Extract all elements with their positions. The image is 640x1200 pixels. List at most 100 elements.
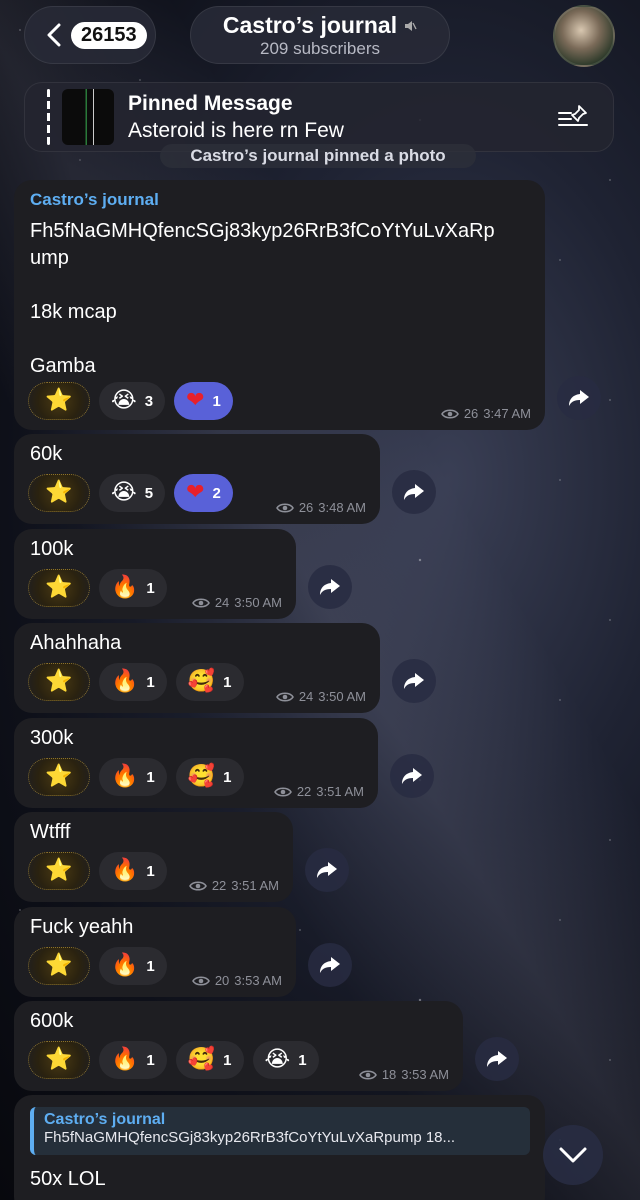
pinned-body: Asteroid is here rn Few: [128, 118, 344, 142]
message-text: 300k: [30, 727, 74, 749]
reaction-chip[interactable]: 🥰 1: [175, 1041, 244, 1079]
reaction-chip[interactable]: 🔥 1: [99, 852, 167, 890]
share-button[interactable]: [392, 659, 436, 703]
share-button[interactable]: [305, 848, 349, 892]
paid-star-reaction[interactable]: ⭐: [28, 474, 90, 512]
reaction-chip[interactable]: 🔥 1: [99, 758, 167, 796]
message-bubble[interactable]: 300k ⭐ 🔥 1 🥰 1 22 3:51 AM: [14, 718, 378, 808]
share-icon: [569, 390, 589, 406]
paid-star-reaction[interactable]: ⭐: [28, 852, 90, 890]
scroll-down-button[interactable]: [543, 1125, 603, 1185]
reaction-emoji: 🔥: [111, 669, 139, 694]
message-bubble[interactable]: 60k ⭐ 😭 5 ❤ 2 26 3:48 AM: [14, 434, 380, 524]
reaction-count: 1: [146, 1051, 155, 1069]
reaction-emoji: 🔥: [111, 953, 139, 978]
share-icon: [320, 579, 340, 595]
message-time: 3:50 AM: [318, 689, 366, 704]
reaction-count: 3: [144, 392, 154, 410]
message-text: 600k: [30, 1010, 74, 1032]
reaction-chip[interactable]: 😭 1: [252, 1041, 319, 1079]
pinned-list-icon[interactable]: [557, 103, 591, 131]
reaction-emoji: 🔥: [111, 764, 139, 789]
reactions-row: ⭐ 😭 3 ❤ 1: [28, 382, 233, 420]
message-text: 60k: [30, 443, 63, 465]
paid-star-reaction[interactable]: ⭐: [28, 569, 90, 607]
star-icon: ⭐: [45, 669, 73, 694]
message-meta: 24 3:50 AM: [191, 595, 282, 610]
eye-icon: [358, 1069, 377, 1080]
reaction-count: 1: [223, 768, 232, 786]
share-button[interactable]: [308, 943, 352, 987]
reaction-chip[interactable]: 🥰 1: [175, 663, 244, 701]
view-count: 22: [211, 878, 227, 893]
reply-quote[interactable]: Castro’s journal Fh5fNaGMHQfencSGj83kyp2…: [30, 1107, 530, 1155]
reaction-chip[interactable]: 🥰 1: [175, 758, 244, 796]
share-button[interactable]: [475, 1037, 519, 1081]
reaction-chip[interactable]: ❤ 1: [174, 382, 233, 420]
pinned-message-bar[interactable]: Pinned Message Asteroid is here rn Few: [24, 82, 614, 152]
channel-title-button[interactable]: Castro’s journal 209 subscribers: [190, 6, 450, 64]
reaction-chip[interactable]: 😭 5: [99, 474, 166, 512]
reactions-row: ⭐ 🔥 1 🥰 1: [28, 758, 244, 796]
share-icon: [404, 673, 424, 689]
channel-avatar[interactable]: [553, 5, 615, 67]
unread-count-badge: 26153: [71, 21, 147, 49]
back-button[interactable]: 26153: [24, 6, 156, 64]
reaction-count: 1: [146, 957, 155, 975]
eye-icon: [188, 880, 207, 891]
share-icon: [317, 862, 337, 878]
message-meta: 22 3:51 AM: [188, 878, 279, 893]
star-icon: ⭐: [45, 480, 73, 505]
message-meta: 24 3:50 AM: [275, 689, 366, 704]
reaction-emoji: 😭: [111, 480, 137, 505]
reaction-chip[interactable]: 🔥 1: [99, 663, 167, 701]
share-button[interactable]: [390, 754, 434, 798]
message-time: 3:53 AM: [234, 973, 282, 988]
reaction-chip[interactable]: 🔥 1: [99, 569, 167, 607]
view-count: 26: [298, 500, 314, 515]
reaction-count: 1: [146, 579, 155, 597]
share-button[interactable]: [557, 376, 601, 420]
share-button[interactable]: [392, 470, 436, 514]
star-icon: ⭐: [45, 388, 73, 413]
paid-star-reaction[interactable]: ⭐: [28, 382, 90, 420]
reaction-count: 5: [144, 484, 154, 502]
reaction-chip[interactable]: ❤ 2: [174, 474, 233, 512]
quote-text: Fh5fNaGMHQfencSGj83kyp26RrB3fCoYtYuLvXaR…: [44, 1129, 456, 1146]
message-bubble[interactable]: Wtfff ⭐ 🔥 1 22 3:51 AM: [14, 812, 293, 902]
reaction-emoji: 🥰: [187, 1047, 216, 1072]
reaction-emoji: 🥰: [187, 669, 216, 694]
channel-title: Castro’s journal: [222, 12, 398, 38]
view-count: 24: [298, 689, 314, 704]
message-meta: 18 3:53 AM: [358, 1067, 449, 1082]
reaction-count: 1: [223, 673, 232, 691]
message-bubble[interactable]: 100k ⭐ 🔥 1 24 3:50 AM: [14, 529, 296, 619]
reaction-emoji: 🥰: [187, 764, 216, 789]
reaction-chip[interactable]: 🔥 1: [99, 1041, 167, 1079]
share-icon: [487, 1051, 507, 1067]
message-bubble[interactable]: Castro’s journal Fh5fNaGMHQfencSGj83kyp26…: [14, 180, 545, 430]
paid-star-reaction[interactable]: ⭐: [28, 758, 90, 796]
message-bubble[interactable]: Ahahhaha ⭐ 🔥 1 🥰 1 24 3:50 AM: [14, 623, 380, 713]
share-icon: [320, 957, 340, 973]
reaction-count: 1: [223, 1051, 232, 1069]
message-bubble[interactable]: Fuck yeahh ⭐ 🔥 1 20 3:53 AM: [14, 907, 296, 997]
reaction-chip[interactable]: 😭 3: [99, 382, 166, 420]
share-button[interactable]: [308, 565, 352, 609]
eye-icon: [273, 786, 292, 797]
paid-star-reaction[interactable]: ⭐: [28, 1041, 90, 1079]
message-bubble[interactable]: Castro’s journal Fh5fNaGMHQfencSGj83kyp2…: [14, 1095, 545, 1200]
reaction-chip[interactable]: 🔥 1: [99, 947, 167, 985]
message-time: 3:47 AM: [483, 406, 531, 421]
reaction-count: 1: [146, 768, 155, 786]
reaction-count: 2: [212, 484, 221, 502]
message-author[interactable]: Castro’s journal: [30, 190, 159, 210]
paid-star-reaction[interactable]: ⭐: [28, 947, 90, 985]
reaction-count: 1: [146, 862, 155, 880]
paid-star-reaction[interactable]: ⭐: [28, 663, 90, 701]
message-bubble[interactable]: 600k ⭐ 🔥 1 🥰 1 😭 1 18 3:53 AM: [14, 1001, 463, 1091]
eye-icon: [275, 502, 294, 513]
back-chevron-icon: [47, 23, 61, 47]
eye-icon: [440, 408, 459, 419]
star-icon: ⭐: [45, 1047, 73, 1072]
